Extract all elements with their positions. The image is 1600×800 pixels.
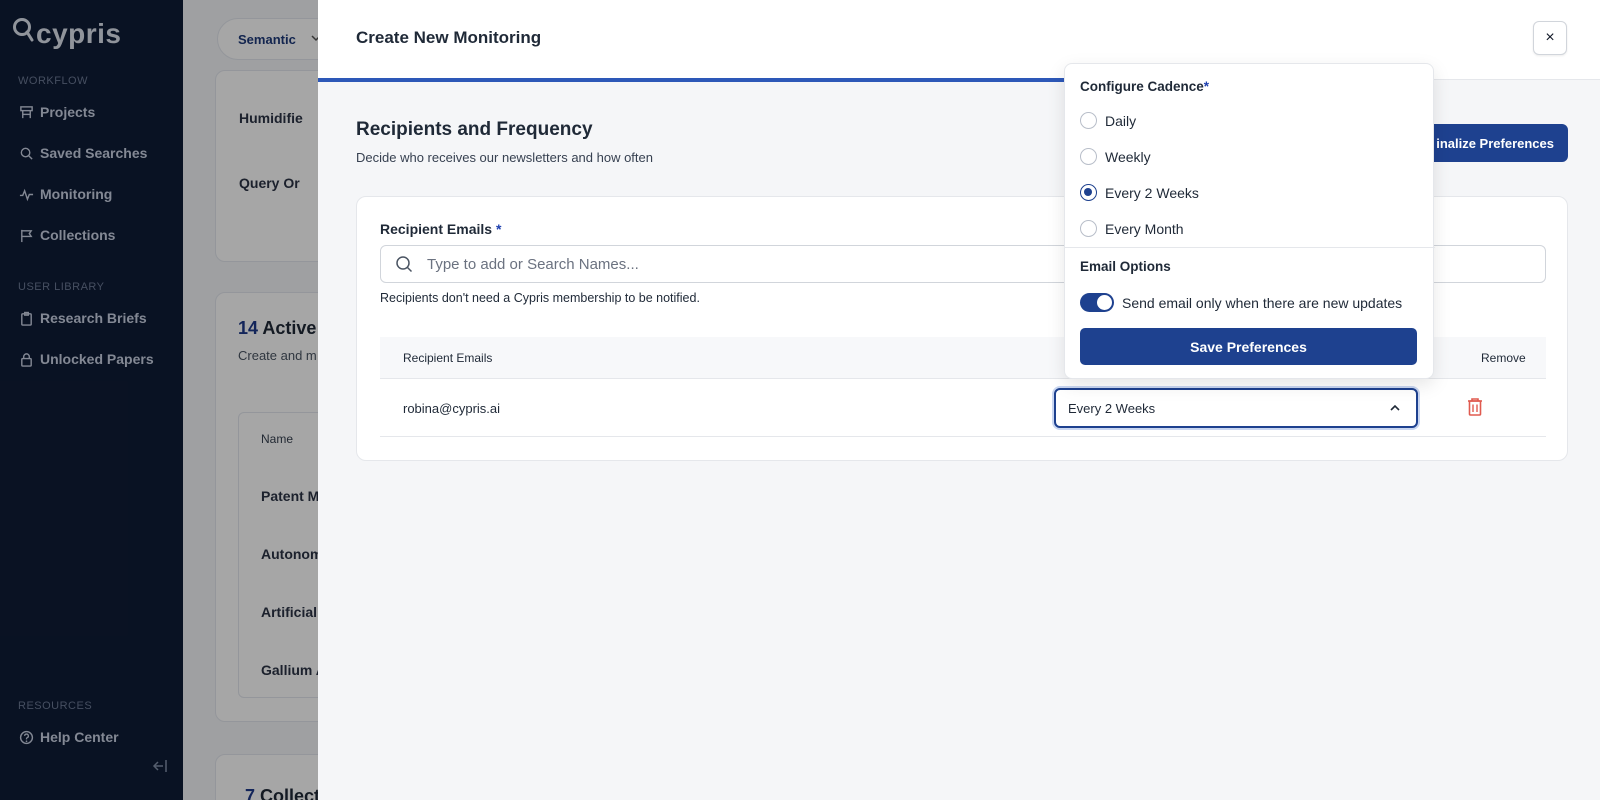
cadence-option-every-month[interactable]: Every Month	[1080, 220, 1184, 237]
section-description: Decide who receives our newsletters and …	[356, 150, 653, 165]
section-title: Recipients and Frequency	[356, 119, 593, 140]
recipient-email: robina@cypris.ai	[403, 401, 501, 416]
cadence-option-daily[interactable]: Daily	[1080, 112, 1136, 129]
radio-button[interactable]	[1080, 220, 1097, 237]
drawer-title: Create New Monitoring	[356, 28, 542, 47]
close-icon: ×	[1545, 29, 1555, 46]
configure-cadence-label: Configure Cadence*	[1080, 79, 1210, 94]
toggle-label: Send email only when there are new updat…	[1122, 294, 1403, 311]
recipient-emails-label: Recipient Emails *	[380, 221, 502, 237]
radio-button[interactable]	[1080, 148, 1097, 165]
step-progress-bar	[318, 78, 1078, 82]
helper-text: Recipients don't need a Cypris membershi…	[380, 291, 700, 305]
cadence-value: Every 2 Weeks	[1068, 400, 1156, 416]
save-preferences-button[interactable]: Save Preferences	[1080, 328, 1417, 365]
finalize-label: inalize Preferences	[1436, 135, 1554, 151]
close-button[interactable]: ×	[1533, 21, 1567, 55]
cadence-popover: Configure Cadence* Daily Weekly Every 2 …	[1064, 63, 1435, 379]
option-label: Daily	[1105, 112, 1137, 129]
chevron-up-icon	[1388, 401, 1402, 415]
option-label: Every Month	[1105, 220, 1184, 237]
recipient-search-input[interactable]	[427, 255, 1027, 273]
cadence-select[interactable]: Every 2 Weeks	[1054, 388, 1418, 428]
save-label: Save Preferences	[1190, 338, 1307, 355]
radio-button[interactable]	[1080, 112, 1097, 129]
email-options-label: Email Options	[1080, 259, 1171, 274]
new-updates-toggle[interactable]	[1080, 293, 1114, 312]
radio-button-selected[interactable]	[1080, 184, 1097, 201]
new-updates-toggle-row: Send email only when there are new updat…	[1080, 293, 1402, 312]
search-icon	[395, 255, 413, 273]
cadence-option-every-2-weeks[interactable]: Every 2 Weeks	[1080, 184, 1199, 201]
cadence-option-weekly[interactable]: Weekly	[1080, 148, 1151, 165]
table-row: robina@cypris.ai Every 2 Weeks	[380, 379, 1546, 437]
option-label: Weekly	[1105, 148, 1151, 165]
option-label: Every 2 Weeks	[1105, 184, 1199, 201]
column-remove: Remove	[1481, 351, 1526, 365]
column-recipient-emails: Recipient Emails	[403, 351, 493, 365]
divider	[1065, 247, 1435, 248]
trash-icon[interactable]	[1465, 396, 1485, 418]
